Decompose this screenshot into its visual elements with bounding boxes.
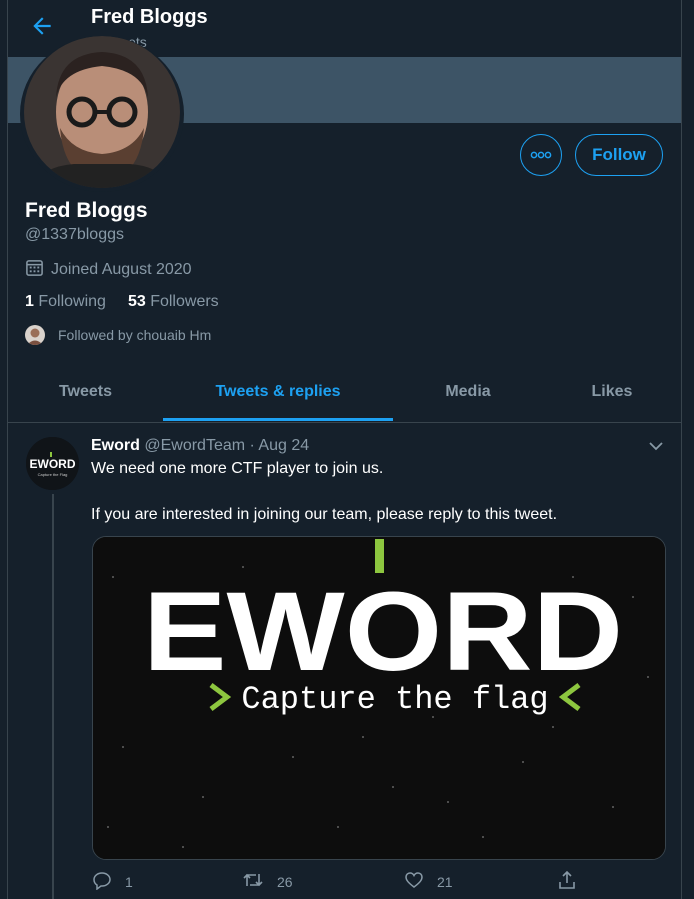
retweet-count: 26 (277, 873, 293, 890)
profile-handle: @1337bloggs (25, 226, 124, 243)
follow-stats: 1 Following 53 Followers (25, 293, 219, 311)
tweet-author-avatar[interactable]: EWORD Capture the Flag (26, 437, 79, 490)
more-icon (530, 146, 552, 164)
more-options-button[interactable] (520, 134, 562, 176)
tweet-header: Eword @EwordTeam · Aug 24 (91, 437, 309, 455)
tweet-author-name[interactable]: Eword (91, 437, 140, 454)
following-link[interactable]: 1 Following (25, 293, 106, 311)
thread-line (52, 494, 54, 899)
reply-count: 1 (125, 873, 133, 890)
reply-icon (92, 870, 112, 893)
profile-tabs: Tweets Tweets & replies Media Likes (8, 363, 681, 423)
tweet-media-image[interactable]: EWORD Capture the flag (92, 536, 666, 860)
joined-date: Joined August 2020 (25, 258, 192, 282)
chevron-down-icon[interactable] (647, 437, 665, 455)
profile-name: Fred Bloggs (25, 199, 148, 222)
avatar-logo-sub: Capture the Flag (38, 472, 68, 477)
following-label: Following (38, 293, 106, 310)
tab-tweets[interactable]: Tweets (8, 363, 163, 421)
retweet-icon (242, 870, 264, 893)
profile-column: Fred Bloggs 3 Tweets Follow Fred Bloggs … (7, 0, 682, 899)
reply-button[interactable]: 1 (92, 870, 133, 893)
like-button[interactable]: 21 (404, 870, 453, 893)
tweet-date[interactable]: · Aug 24 (250, 437, 310, 454)
active-tab-indicator (163, 418, 393, 421)
like-icon (404, 870, 424, 893)
tab-tweets-replies[interactable]: Tweets & replies (163, 363, 393, 421)
calendar-icon (25, 258, 44, 282)
followed-by-text: Followed by chouaib Hm (58, 327, 212, 343)
tab-media[interactable]: Media (393, 363, 543, 421)
followers-link[interactable]: 53 Followers (128, 293, 219, 311)
tweet-text-line1: We need one more CTF player to join us. (91, 460, 384, 477)
following-count: 1 (25, 293, 34, 310)
media-logo-subtitle: Capture the flag (241, 681, 548, 718)
avatar-logo-text: EWORD (30, 457, 76, 471)
follow-button[interactable]: Follow (575, 134, 663, 176)
tweet-actions: 1 26 21 (92, 870, 664, 892)
retweet-button[interactable]: 26 (242, 870, 293, 893)
tab-likes[interactable]: Likes (543, 363, 681, 421)
media-logo-title: EWORD (143, 569, 623, 694)
tweet-author-handle[interactable]: @EwordTeam (144, 437, 245, 454)
followed-by[interactable]: Followed by chouaib Hm (25, 325, 211, 345)
like-count: 21 (437, 873, 453, 890)
followers-count: 53 (127, 293, 146, 310)
share-button[interactable] (557, 870, 577, 893)
joined-text: Joined August 2020 (51, 261, 192, 278)
followers-label: Followers (150, 293, 219, 310)
tweet-text-line2: If you are interested in joining our tea… (91, 506, 558, 523)
share-icon (557, 870, 577, 893)
header-name: Fred Bloggs (91, 6, 208, 28)
follower-avatar (25, 325, 45, 345)
profile-avatar[interactable] (20, 36, 184, 192)
